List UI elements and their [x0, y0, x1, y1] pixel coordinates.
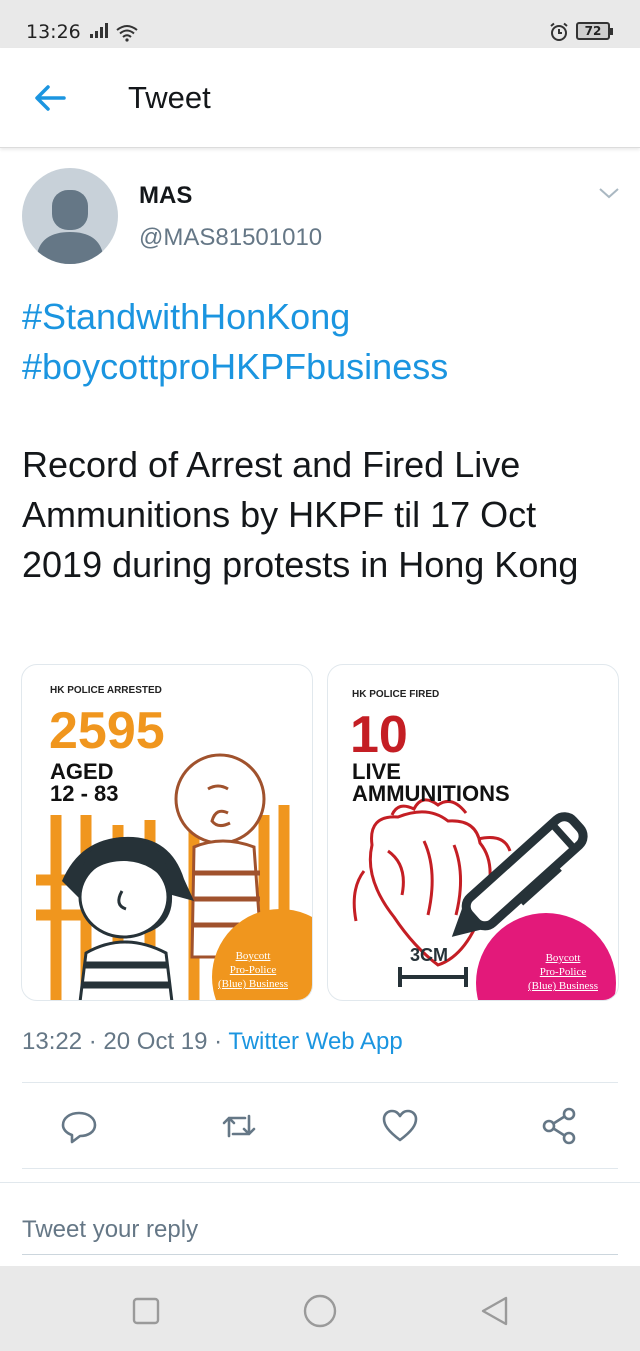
- media-image-arrests[interactable]: HK POLICE ARRESTED 2595 AGED 12 - 83 Boy…: [21, 664, 313, 1001]
- media-caption-line: Boycott: [235, 950, 271, 962]
- ruler-label: 3CM: [410, 945, 449, 965]
- media-caption-line: Boycott: [545, 952, 581, 964]
- meta-separator: ·: [88, 1028, 104, 1055]
- signal-icon: [90, 23, 108, 38]
- alarm-icon: [550, 22, 568, 41]
- hashtag-link[interactable]: #StandwithHonKong: [22, 292, 448, 342]
- back-nav-button[interactable]: [476, 1293, 512, 1329]
- media-label: HK POLICE ARRESTED: [50, 685, 162, 696]
- tweet-meta: 13:22 · 20 Oct 19 · Twitter Web App: [22, 1028, 403, 1056]
- app-header: Tweet: [0, 48, 640, 148]
- media-label: HK POLICE FIRED: [352, 689, 440, 700]
- back-arrow-icon: [35, 85, 66, 111]
- home-button[interactable]: [302, 1293, 338, 1329]
- battery-indicator: 72: [576, 22, 613, 40]
- share-button[interactable]: [540, 1106, 580, 1146]
- chevron-down-icon[interactable]: [596, 184, 622, 202]
- tweet-source-link[interactable]: Twitter Web App: [228, 1028, 402, 1055]
- media-image-ammunitions[interactable]: HK POLICE FIRED 10 LIVE AMMUNITIONS 3CM …: [327, 664, 619, 1001]
- status-bar: 13:26 72: [0, 0, 640, 48]
- tweet-text: Record of Arrest and Fired Live Ammuniti…: [22, 444, 579, 585]
- author-handle[interactable]: @MAS81501010: [139, 224, 322, 252]
- recent-apps-button[interactable]: [128, 1293, 164, 1329]
- reply-icon: [61, 1111, 97, 1144]
- circle-icon: [303, 1294, 337, 1328]
- media-number: 2595: [49, 702, 165, 760]
- media-sub-line: LIVE: [352, 759, 401, 784]
- media-caption-line: Pro-Police: [229, 964, 277, 976]
- tweet-time: 13:22: [22, 1028, 83, 1055]
- media-sub-line: 12 - 83: [50, 781, 119, 806]
- default-avatar-icon: [36, 190, 104, 264]
- media-caption-line: (Blue) Business: [218, 978, 288, 990]
- reply-input[interactable]: [22, 1205, 618, 1255]
- like-icon: [382, 1109, 418, 1142]
- share-icon: [542, 1107, 576, 1145]
- media-caption: Boycott Pro-Police (Blue) Business: [510, 951, 616, 993]
- avatar[interactable]: [22, 168, 118, 264]
- retweet-icon: [222, 1114, 256, 1138]
- page-title: Tweet: [128, 80, 211, 115]
- retweet-button[interactable]: [219, 1106, 259, 1146]
- wifi-icon: [116, 25, 138, 42]
- meta-separator: ·: [214, 1028, 229, 1055]
- divider: [22, 1168, 618, 1169]
- reply-button[interactable]: [59, 1106, 99, 1146]
- reply-bar: [0, 1182, 640, 1266]
- status-time: 13:26: [26, 21, 81, 43]
- author-name[interactable]: MAS: [139, 182, 192, 210]
- hashtag-link[interactable]: #boycottproHKPFbusiness: [22, 342, 448, 392]
- system-nav-bar: [0, 1266, 640, 1351]
- back-button[interactable]: [26, 78, 74, 118]
- triangle-back-icon: [481, 1296, 508, 1326]
- media-sub-line: AGED: [50, 759, 114, 784]
- like-button[interactable]: [380, 1106, 420, 1146]
- media-caption-line: Pro-Police: [539, 966, 587, 978]
- tweet-date: 20 Oct 19: [103, 1028, 208, 1055]
- media-sub-line: AMMUNITIONS: [352, 781, 510, 806]
- hashtag-list: #StandwithHonKong #boycottproHKPFbusines…: [22, 292, 448, 392]
- media-caption: Boycott Pro-Police (Blue) Business: [200, 949, 306, 991]
- media-caption-line: (Blue) Business: [528, 980, 598, 992]
- media-number: 10: [350, 706, 408, 764]
- square-icon: [132, 1297, 160, 1325]
- divider: [22, 1082, 618, 1083]
